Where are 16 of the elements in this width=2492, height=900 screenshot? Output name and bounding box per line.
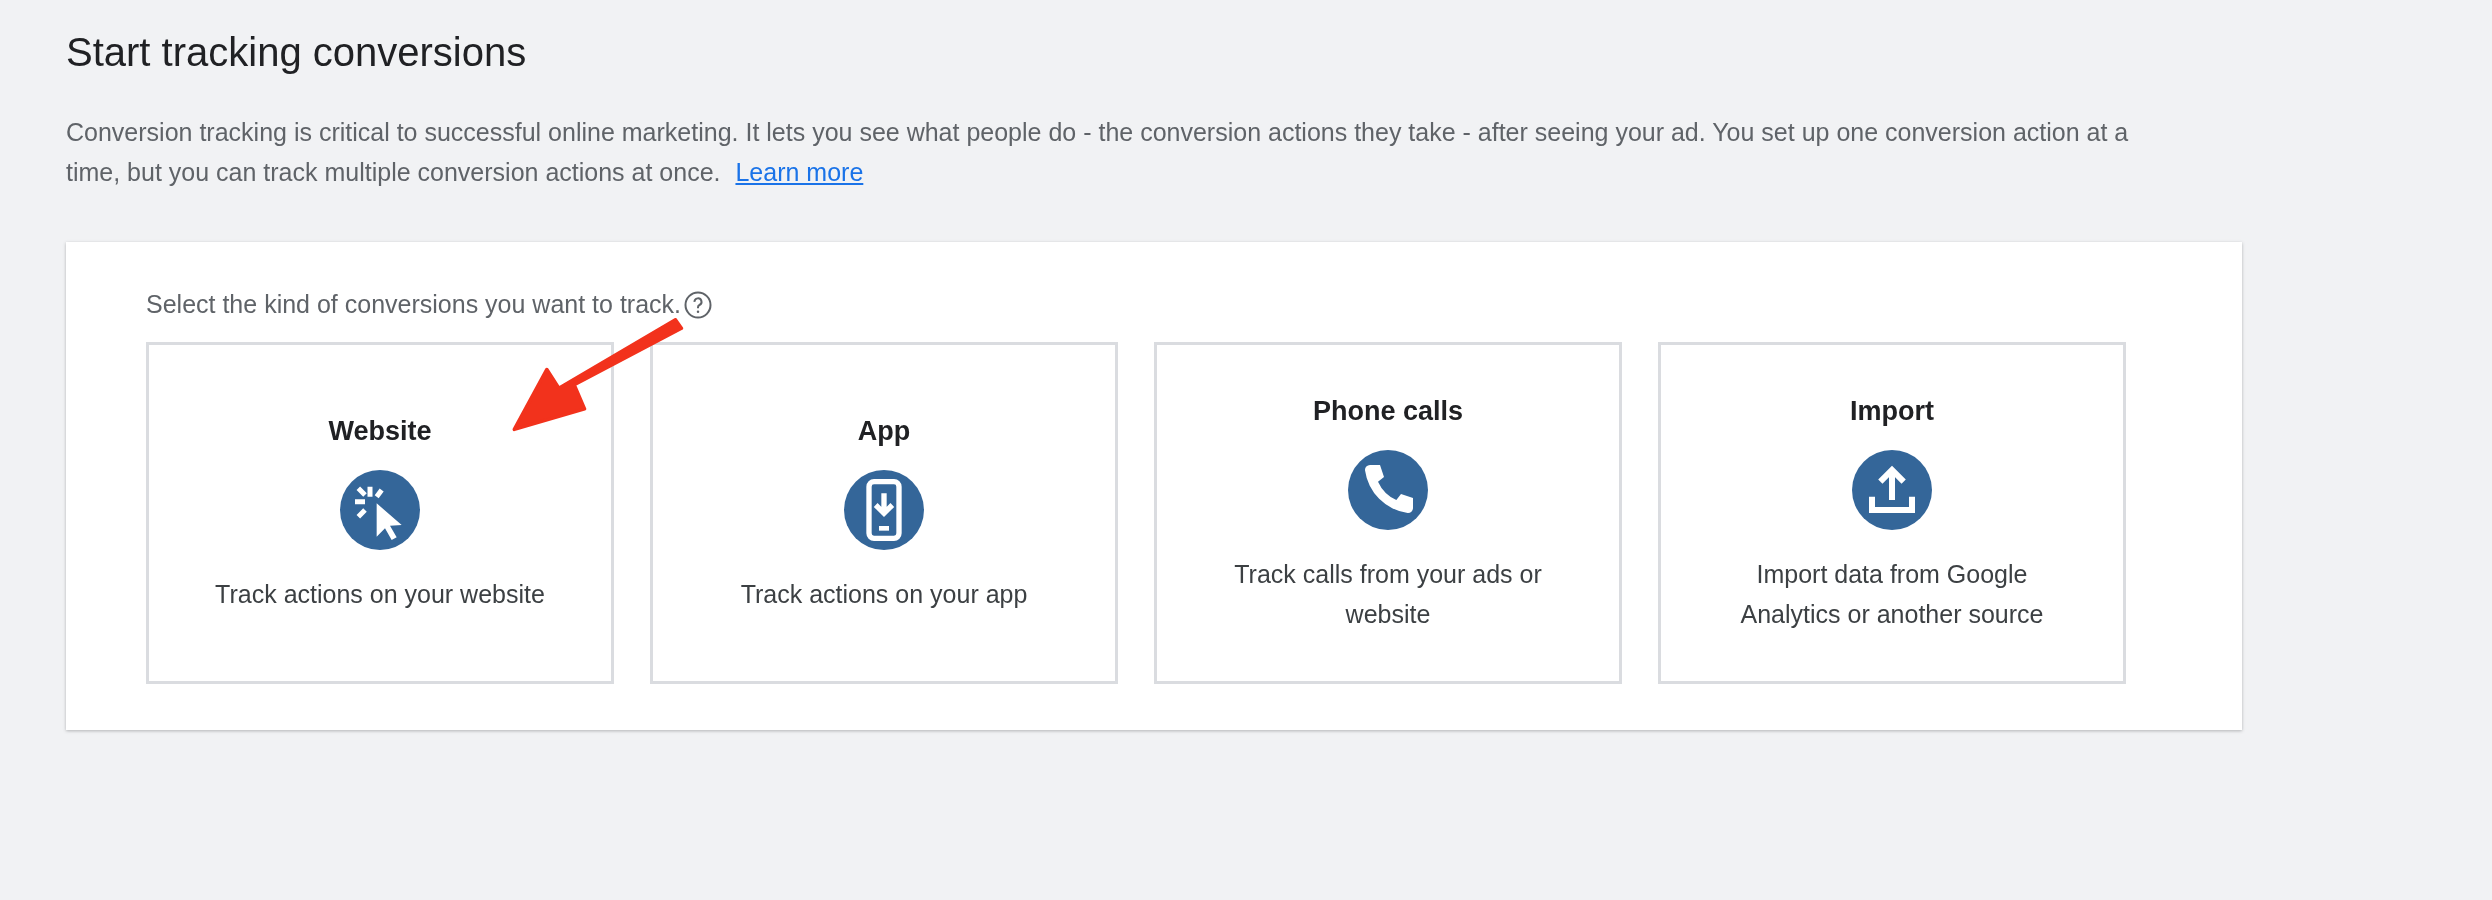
- option-description: Track actions on your website: [215, 578, 545, 610]
- conversion-option-card[interactable]: Website Track actions on your website: [146, 341, 614, 684]
- option-description: Track calls from your ads or website: [1233, 558, 1543, 630]
- conversion-option-card[interactable]: App Track actions on your app: [650, 341, 1118, 684]
- option-title: App: [857, 415, 911, 449]
- conversion-option-card[interactable]: Import Import data from Google Analytics or another source: [1658, 341, 2126, 684]
- page-heading: Start tracking conversions: [66, 29, 528, 76]
- option-description: Import data from Google Analytics or another source: [1739, 558, 2045, 630]
- intro-paragraph: Conversion tracking is critical to successful online marketing. It lets you see what people do - the conversion actions they take - after seeing your ad. You set up one conversion action at a time, but you can track multiple conversion actions at once. Learn more: [66, 117, 2130, 188]
- prompt-text: Select the kind of conversions you want to track.: [146, 289, 681, 320]
- option-description: Track actions on your app: [740, 578, 1028, 610]
- learn-more-link[interactable]: Learn more: [735, 158, 864, 186]
- option-title: Import: [1850, 395, 1934, 429]
- option-title: Website: [328, 415, 432, 449]
- conversion-option-card[interactable]: Phone calls Track calls from your ads or website: [1154, 341, 1622, 684]
- option-title: Phone calls: [1312, 395, 1464, 429]
